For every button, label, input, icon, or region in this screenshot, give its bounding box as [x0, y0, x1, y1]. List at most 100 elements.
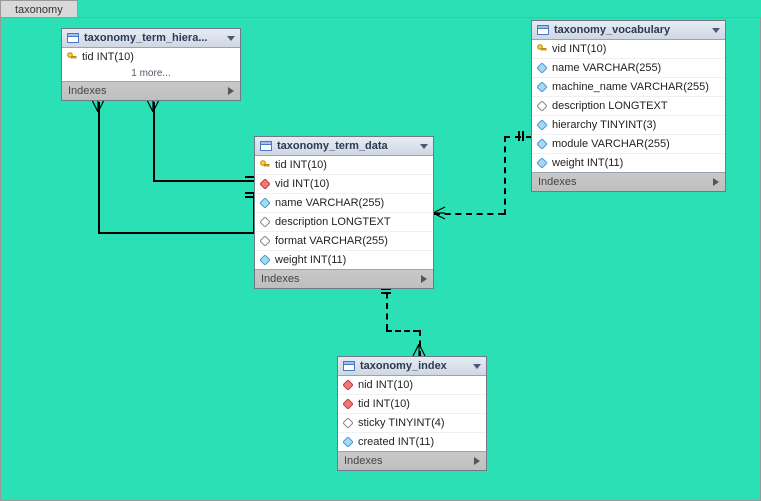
column-icon: [537, 120, 547, 130]
index-icon: [343, 399, 353, 409]
column-row[interactable]: machine_name VARCHAR(255): [532, 77, 725, 96]
indexes-label: Indexes: [538, 176, 713, 188]
column-icon: [537, 82, 547, 92]
indexes-section[interactable]: Indexes: [532, 172, 725, 191]
column-row[interactable]: description LONGTEXT: [255, 212, 433, 231]
crowfoot-icon: [433, 206, 447, 220]
column-row[interactable]: description LONGTEXT: [532, 96, 725, 115]
column-icon: [260, 255, 270, 265]
column-row[interactable]: tid INT(10): [338, 394, 486, 413]
column-label: tid INT(10): [82, 51, 134, 63]
column-nullable-icon: [343, 418, 353, 428]
primary-key-icon: [537, 44, 547, 54]
chevron-down-icon: [227, 36, 235, 41]
column-label: format VARCHAR(255): [275, 235, 388, 247]
indexes-label: Indexes: [68, 85, 228, 97]
column-label: name VARCHAR(255): [552, 62, 661, 74]
column-row[interactable]: hierarchy TINYINT(3): [532, 115, 725, 134]
table-title: taxonomy_vocabulary: [554, 24, 708, 36]
column-icon: [260, 198, 270, 208]
column-label: created INT(11): [358, 436, 434, 448]
table-header[interactable]: taxonomy_vocabulary: [532, 21, 725, 40]
indexes-section[interactable]: Indexes: [255, 269, 433, 288]
column-row[interactable]: name VARCHAR(255): [255, 193, 433, 212]
column-row[interactable]: format VARCHAR(255): [255, 231, 433, 250]
column-label: tid INT(10): [275, 159, 327, 171]
column-list: tid INT(10) 1 more...: [62, 48, 240, 81]
column-icon: [343, 437, 353, 447]
more-indicator[interactable]: 1 more...: [62, 66, 240, 81]
indexes-section[interactable]: Indexes: [62, 81, 240, 100]
indexes-section[interactable]: Indexes: [338, 451, 486, 470]
chevron-right-icon: [713, 178, 719, 186]
table-taxonomy-term-data[interactable]: taxonomy_term_data tid INT(10) vid INT(1…: [254, 136, 434, 289]
table-taxonomy-vocabulary[interactable]: taxonomy_vocabulary vid INT(10) name VAR…: [531, 20, 726, 192]
column-row[interactable]: sticky TINYINT(4): [338, 413, 486, 432]
schema-tab-label: taxonomy: [15, 4, 63, 16]
column-icon: [537, 139, 547, 149]
column-row[interactable]: weight INT(11): [532, 153, 725, 172]
column-label: description LONGTEXT: [275, 216, 391, 228]
column-nullable-icon: [260, 217, 270, 227]
table-icon: [260, 140, 272, 152]
rel-line: [386, 330, 419, 332]
rel-tick: [522, 131, 524, 141]
table-title: taxonomy_term_hiera...: [84, 32, 223, 44]
column-label: sticky TINYINT(4): [358, 417, 445, 429]
table-taxonomy-index[interactable]: taxonomy_index nid INT(10) tid INT(10): [337, 356, 487, 471]
column-label: description LONGTEXT: [552, 100, 668, 112]
table-header[interactable]: taxonomy_term_hiera...: [62, 29, 240, 48]
column-row[interactable]: tid INT(10): [62, 48, 240, 66]
rel-line: [504, 136, 506, 215]
rel-line: [153, 102, 155, 182]
chevron-down-icon: [420, 144, 428, 149]
column-icon: [537, 158, 547, 168]
table-title: taxonomy_term_data: [277, 140, 416, 152]
column-nullable-icon: [537, 101, 547, 111]
table-header[interactable]: taxonomy_index: [338, 357, 486, 376]
column-row[interactable]: vid INT(10): [532, 40, 725, 58]
column-label: vid INT(10): [275, 178, 329, 190]
column-label: module VARCHAR(255): [552, 138, 670, 150]
column-label: weight INT(11): [552, 157, 623, 169]
index-icon: [260, 179, 270, 189]
rel-tick: [381, 292, 391, 294]
chevron-down-icon: [473, 364, 481, 369]
primary-key-icon: [67, 52, 77, 62]
column-list: nid INT(10) tid INT(10) sticky TINYINT(4…: [338, 376, 486, 451]
column-row[interactable]: tid INT(10): [255, 156, 433, 174]
chevron-down-icon: [712, 28, 720, 33]
column-list: tid INT(10) vid INT(10) name VARCHAR(255…: [255, 156, 433, 269]
column-label: name VARCHAR(255): [275, 197, 384, 209]
chevron-right-icon: [228, 87, 234, 95]
column-row[interactable]: name VARCHAR(255): [532, 58, 725, 77]
rel-tick: [518, 131, 520, 141]
table-icon: [343, 360, 355, 372]
column-list: vid INT(10) name VARCHAR(255) machine_na…: [532, 40, 725, 172]
column-label: machine_name VARCHAR(255): [552, 81, 709, 93]
column-label: hierarchy TINYINT(3): [552, 119, 656, 131]
table-title: taxonomy_index: [360, 360, 469, 372]
column-label: nid INT(10): [358, 379, 413, 391]
column-row[interactable]: created INT(11): [338, 432, 486, 451]
indexes-label: Indexes: [261, 273, 421, 285]
column-row[interactable]: module VARCHAR(255): [532, 134, 725, 153]
diagram-canvas[interactable]: taxonomy_term_hiera... tid INT(10) 1 mor…: [0, 17, 761, 501]
indexes-label: Indexes: [344, 455, 474, 467]
column-row[interactable]: vid INT(10): [255, 174, 433, 193]
more-label: 1 more...: [131, 68, 170, 79]
chevron-right-icon: [421, 275, 427, 283]
index-icon: [343, 380, 353, 390]
primary-key-icon: [260, 160, 270, 170]
table-icon: [537, 24, 549, 36]
table-header[interactable]: taxonomy_term_data: [255, 137, 433, 156]
table-icon: [67, 32, 79, 44]
rel-line: [153, 180, 255, 182]
table-taxonomy-term-hierarchy[interactable]: taxonomy_term_hiera... tid INT(10) 1 mor…: [61, 28, 241, 101]
column-row[interactable]: weight INT(11): [255, 250, 433, 269]
column-icon: [537, 63, 547, 73]
column-label: vid INT(10): [552, 43, 606, 55]
column-row[interactable]: nid INT(10): [338, 376, 486, 394]
rel-line: [98, 232, 255, 234]
chevron-right-icon: [474, 457, 480, 465]
